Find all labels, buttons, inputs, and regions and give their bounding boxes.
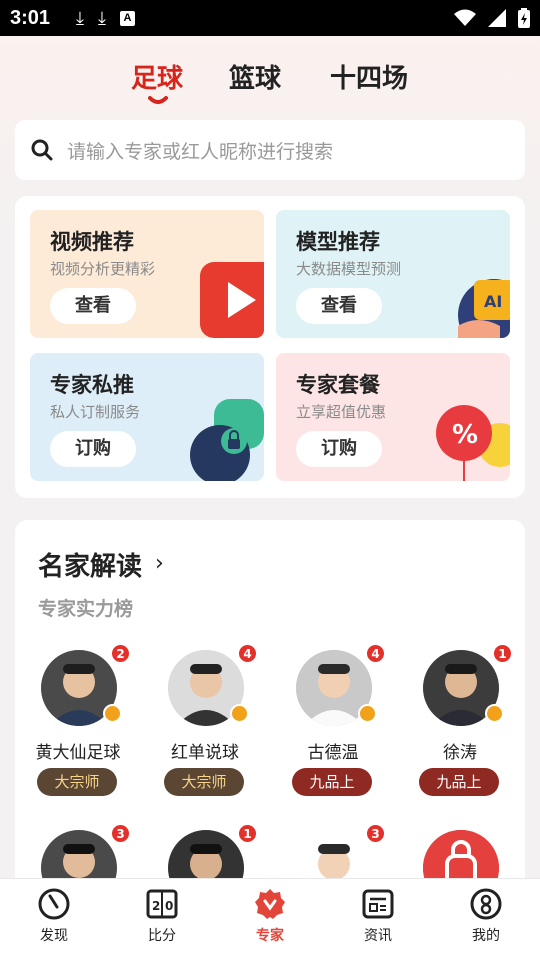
wifi-icon xyxy=(454,9,476,26)
chevron-right-icon[interactable]: › xyxy=(155,551,164,576)
expert-name: 徐涛 xyxy=(443,743,477,763)
feature-title: 模型推荐 xyxy=(296,230,380,254)
badge-count: 4 xyxy=(238,644,257,663)
feature-title: 视频推荐 xyxy=(50,230,134,254)
badge-count: 3 xyxy=(366,824,385,843)
rank-badge: 九品上 xyxy=(292,768,372,796)
video-play-icon xyxy=(200,262,264,338)
verified-icon xyxy=(485,704,504,723)
tab-football[interactable]: 足球 xyxy=(131,58,183,95)
lock-chat-icon xyxy=(190,399,264,481)
section-subtitle: 专家实力榜 xyxy=(38,598,134,620)
signal-icon xyxy=(488,9,506,27)
profile-icon xyxy=(470,888,502,920)
expert-name: 古德温 xyxy=(307,743,359,763)
svg-text:0: 0 xyxy=(165,899,173,913)
status-bar: 3:01 ⤓ ⤓ A xyxy=(0,0,540,36)
svg-text:2: 2 xyxy=(152,899,160,913)
feature-title: 专家私推 xyxy=(50,373,134,397)
search-bar[interactable]: 请输入专家或红人昵称进行搜索 xyxy=(15,120,525,180)
svg-text:AI: AI xyxy=(484,292,502,311)
rank-badge: 大宗师 xyxy=(164,768,244,796)
tab-basketball[interactable]: 篮球 xyxy=(229,58,281,95)
feature-subtitle: 视频分析更精彩 xyxy=(50,260,156,278)
view-button[interactable]: 查看 xyxy=(50,288,136,324)
verified-icon xyxy=(103,704,122,723)
nav-label: 比分 xyxy=(148,928,176,944)
nav-label: 资讯 xyxy=(364,928,392,944)
badge-count: 1 xyxy=(238,824,257,843)
badge-count: 2 xyxy=(111,644,130,663)
expert-icon xyxy=(255,889,285,919)
discover-icon xyxy=(38,888,70,920)
nav-discover[interactable]: 发现 xyxy=(14,887,94,945)
feature-subtitle: 大数据模型预测 xyxy=(296,260,402,278)
news-icon xyxy=(362,889,394,919)
feature-subtitle: 私人订制服务 xyxy=(50,403,141,421)
order-button[interactable]: 订购 xyxy=(50,431,136,467)
discount-balloon-icon: % xyxy=(436,405,510,481)
nav-label: 发现 xyxy=(40,928,68,944)
sport-tabs: 足球 篮球 十四场 xyxy=(0,54,540,114)
feature-private[interactable]: 专家私推 私人订制服务 订购 xyxy=(30,353,264,481)
download-icon: ⤓ xyxy=(98,7,106,28)
nav-label: 专家 xyxy=(256,928,284,944)
order-button[interactable]: 订购 xyxy=(296,431,382,467)
feature-package[interactable]: 专家套餐 立享超值优惠 订购 % xyxy=(276,353,510,481)
rank-badge: 九品上 xyxy=(419,768,499,796)
expert-name: 红单说球 xyxy=(171,743,239,763)
verified-icon xyxy=(230,704,249,723)
experts-section: 名家解读 › 专家实力榜 2 黄大仙足球 大宗师 4 红单说球 大宗师 4 古德… xyxy=(15,520,525,906)
nav-label: 我的 xyxy=(472,928,500,944)
verified-icon xyxy=(358,704,377,723)
tab-fourteen[interactable]: 十四场 xyxy=(330,58,408,95)
feature-title: 专家套餐 xyxy=(296,373,380,397)
score-icon: 20 xyxy=(146,889,178,919)
a-icon: A xyxy=(119,10,135,26)
search-icon xyxy=(31,139,53,161)
view-button[interactable]: 查看 xyxy=(296,288,382,324)
badge-count: 1 xyxy=(493,644,512,663)
download-icon: ⤓ xyxy=(76,7,84,28)
bottom-nav: 发现 20 比分 专家 资讯 我的 xyxy=(0,878,540,960)
battery-charging-icon xyxy=(518,8,530,28)
status-time: 3:01 xyxy=(10,6,51,29)
ai-chip-icon: AI xyxy=(458,279,510,338)
feature-grid: 视频推荐 视频分析更精彩 查看 模型推荐 大数据模型预测 查看 AI 专家私推 … xyxy=(15,196,525,498)
expert-name: 黄大仙足球 xyxy=(35,743,121,763)
badge-count: 4 xyxy=(366,644,385,663)
feature-video[interactable]: 视频推荐 视频分析更精彩 查看 xyxy=(30,210,264,338)
badge-count: 3 xyxy=(111,824,130,843)
nav-expert[interactable]: 专家 xyxy=(230,887,310,945)
section-title[interactable]: 名家解读 xyxy=(38,546,142,583)
tab-active-indicator xyxy=(148,96,168,104)
feature-model[interactable]: 模型推荐 大数据模型预测 查看 AI xyxy=(276,210,510,338)
nav-news[interactable]: 资讯 xyxy=(338,887,418,945)
nav-profile[interactable]: 我的 xyxy=(446,887,526,945)
search-placeholder: 请输入专家或红人昵称进行搜索 xyxy=(67,140,334,163)
rank-badge: 大宗师 xyxy=(37,768,117,796)
svg-text:%: % xyxy=(452,420,478,450)
nav-score[interactable]: 20 比分 xyxy=(122,887,202,945)
feature-subtitle: 立享超值优惠 xyxy=(296,403,387,421)
